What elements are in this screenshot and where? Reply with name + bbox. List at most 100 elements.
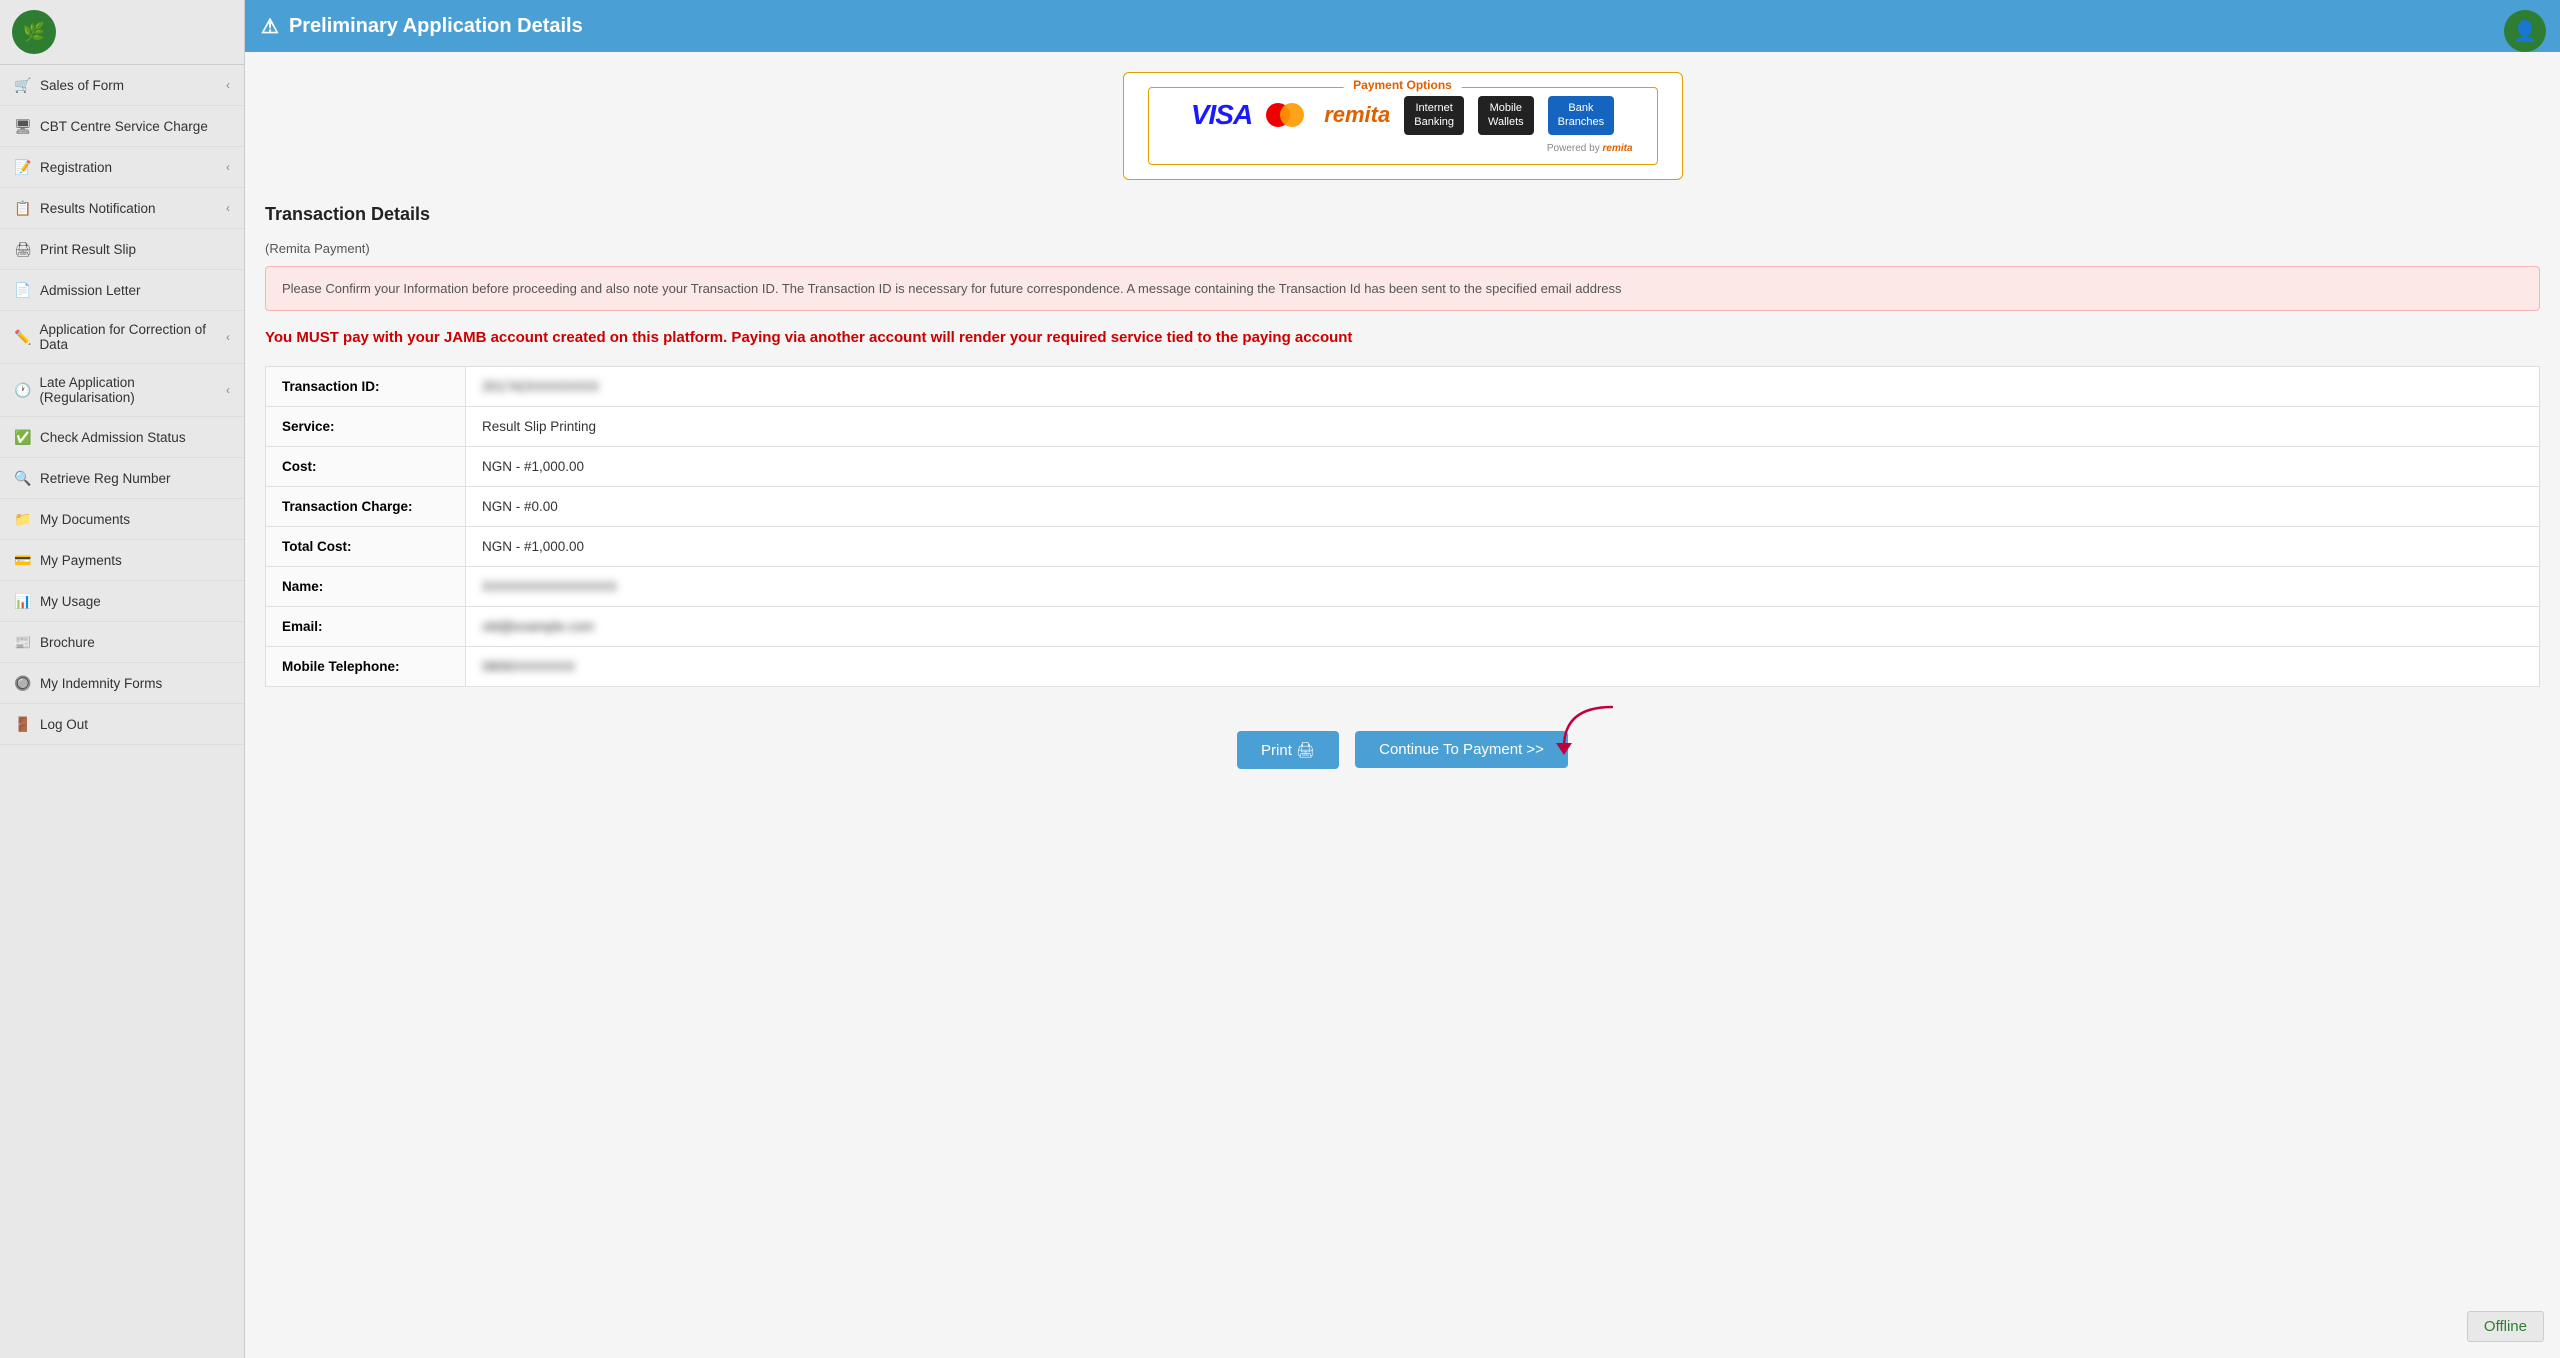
sidebar-icon-brochure: 📰 bbox=[14, 633, 32, 651]
sidebar-item-label-late-application: Late Application (Regularisation) bbox=[39, 375, 226, 405]
continue-to-payment-button[interactable]: Continue To Payment >> bbox=[1355, 731, 1568, 768]
sidebar-item-my-indemnity[interactable]: 🔘 My Indemnity Forms bbox=[0, 663, 244, 704]
sidebar-item-retrieve-reg[interactable]: 🔍 Retrieve Reg Number bbox=[0, 458, 244, 499]
remita-payment-label: (Remita Payment) bbox=[265, 241, 2540, 256]
sidebar-item-late-application[interactable]: 🕐 Late Application (Regularisation) ‹ bbox=[0, 364, 244, 417]
sidebar-item-cbt-centre[interactable]: 🖥 CBT Centre Service Charge bbox=[0, 106, 244, 147]
sidebar-item-check-admission[interactable]: ✅ Check Admission Status bbox=[0, 417, 244, 458]
sidebar-item-left: 🚪 Log Out bbox=[14, 715, 88, 733]
table-cell-label: Transaction Charge: bbox=[266, 486, 466, 526]
sidebar-item-label-my-documents: My Documents bbox=[40, 512, 130, 527]
warning-icon: ⚠ bbox=[261, 14, 279, 39]
payment-options-label: Payment Options bbox=[1343, 78, 1462, 92]
sidebar-item-left: 📊 My Usage bbox=[14, 592, 101, 610]
sidebar-icon-sales-of-form: 🛒 bbox=[14, 76, 32, 94]
table-cell-label: Email: bbox=[266, 606, 466, 646]
payment-options-container: Payment Options VISA remita InternetBank… bbox=[265, 72, 2540, 180]
table-row: Email: old@example.com bbox=[266, 606, 2540, 646]
table-cell-value: old@example.com bbox=[466, 606, 2540, 646]
sidebar-item-label-check-admission: Check Admission Status bbox=[40, 430, 186, 445]
table-cell-value: Result Slip Printing bbox=[466, 406, 2540, 446]
sidebar-item-my-documents[interactable]: 📁 My Documents bbox=[0, 499, 244, 540]
sidebar-item-label-my-payments: My Payments bbox=[40, 553, 122, 568]
sidebar-icon-admission-letter: 📄 bbox=[14, 281, 32, 299]
top-bar: ⚠ Preliminary Application Details ⌄ bbox=[245, 0, 2560, 52]
table-cell-label: Total Cost: bbox=[266, 526, 466, 566]
internet-banking-badge: InternetBanking bbox=[1404, 96, 1464, 135]
sidebar-item-label-my-usage: My Usage bbox=[40, 594, 101, 609]
sidebar-logo: 🌿 bbox=[0, 0, 244, 65]
chevron-icon: ‹ bbox=[226, 160, 230, 174]
sidebar-item-admission-letter[interactable]: 📄 Admission Letter bbox=[0, 270, 244, 311]
sidebar-item-registration[interactable]: 📝 Registration ‹ bbox=[0, 147, 244, 188]
table-cell-value: NGN - #0.00 bbox=[466, 486, 2540, 526]
sidebar-item-left: 🔍 Retrieve Reg Number bbox=[14, 469, 171, 487]
chevron-icon: ‹ bbox=[226, 330, 230, 344]
sidebar-icon-my-payments: 💳 bbox=[14, 551, 32, 569]
sidebar-item-brochure[interactable]: 📰 Brochure bbox=[0, 622, 244, 663]
sidebar-icon-my-documents: 📁 bbox=[14, 510, 32, 528]
sidebar-icon-my-usage: 📊 bbox=[14, 592, 32, 610]
print-button[interactable]: Print 🖨 bbox=[1237, 731, 1339, 769]
powered-by: Powered by remita bbox=[1173, 143, 1633, 154]
table-row: Service: Result Slip Printing bbox=[266, 406, 2540, 446]
table-cell-value: NGN - #1,000.00 bbox=[466, 446, 2540, 486]
sidebar-item-label-print-result-slip: Print Result Slip bbox=[40, 242, 136, 257]
offline-badge: Offline bbox=[2467, 1311, 2544, 1342]
transaction-table: Transaction ID: 201742XXXXXXXX Service: … bbox=[265, 366, 2540, 687]
table-cell-label: Mobile Telephone: bbox=[266, 646, 466, 686]
sidebar-item-label-results-notification: Results Notification bbox=[40, 201, 156, 216]
table-cell-label: Service: bbox=[266, 406, 466, 446]
sidebar-item-left: 💳 My Payments bbox=[14, 551, 122, 569]
sidebar-item-left: 🔘 My Indemnity Forms bbox=[14, 674, 162, 692]
table-row: Mobile Telephone: 0806XXXXXXX bbox=[266, 646, 2540, 686]
sidebar-item-left: 📝 Registration bbox=[14, 158, 112, 176]
sidebar-item-results-notification[interactable]: 📋 Results Notification ‹ bbox=[0, 188, 244, 229]
sidebar-item-label-brochure: Brochure bbox=[40, 635, 95, 650]
sidebar-item-left: 🖥 CBT Centre Service Charge bbox=[14, 117, 208, 135]
sidebar-item-my-usage[interactable]: 📊 My Usage bbox=[0, 581, 244, 622]
sidebar-item-sales-of-form[interactable]: 🛒 Sales of Form ‹ bbox=[0, 65, 244, 106]
chevron-icon: ‹ bbox=[226, 78, 230, 92]
user-avatar[interactable]: 👤 bbox=[2504, 10, 2546, 52]
sidebar: 🌿 🛒 Sales of Form ‹ 🖥 CBT Centre Service… bbox=[0, 0, 245, 1358]
page-title: ⚠ Preliminary Application Details bbox=[261, 14, 583, 39]
sidebar-item-left: 📄 Admission Letter bbox=[14, 281, 141, 299]
sidebar-item-left: 🖨 Print Result Slip bbox=[14, 240, 136, 258]
chevron-icon: ‹ bbox=[226, 383, 230, 397]
bank-branches-badge: BankBranches bbox=[1548, 96, 1614, 135]
payment-options-box: Payment Options VISA remita InternetBank… bbox=[1123, 72, 1683, 180]
content-area: Payment Options VISA remita InternetBank… bbox=[245, 52, 2560, 1358]
sidebar-item-label-admission-letter: Admission Letter bbox=[40, 283, 141, 298]
sidebar-item-log-out[interactable]: 🚪 Log Out bbox=[0, 704, 244, 745]
transaction-title: Transaction Details bbox=[265, 204, 2540, 225]
sidebar-item-left: ✏️ Application for Correction of Data bbox=[14, 322, 226, 352]
table-cell-label: Name: bbox=[266, 566, 466, 606]
page-title-text: Preliminary Application Details bbox=[289, 15, 583, 38]
sidebar-icon-print-result-slip: 🖨 bbox=[14, 240, 32, 258]
sidebar-item-label-registration: Registration bbox=[40, 160, 112, 175]
sidebar-item-left: 📋 Results Notification bbox=[14, 199, 156, 217]
table-row: Transaction Charge: NGN - #0.00 bbox=[266, 486, 2540, 526]
arrow-annotation: Continue To Payment >> bbox=[1355, 731, 1568, 768]
sidebar-item-my-payments[interactable]: 💳 My Payments bbox=[0, 540, 244, 581]
sidebar-icon-late-application: 🕐 bbox=[14, 381, 31, 399]
visa-logo: VISA bbox=[1191, 99, 1252, 131]
sidebar-item-print-result-slip[interactable]: 🖨 Print Result Slip bbox=[0, 229, 244, 270]
sidebar-item-application-correction[interactable]: ✏️ Application for Correction of Data ‹ bbox=[0, 311, 244, 364]
mobile-wallets-badge: MobileWallets bbox=[1478, 96, 1534, 135]
sidebar-item-left: 🕐 Late Application (Regularisation) bbox=[14, 375, 226, 405]
sidebar-item-label-retrieve-reg: Retrieve Reg Number bbox=[40, 471, 171, 486]
table-cell-label: Cost: bbox=[266, 446, 466, 486]
payment-methods: VISA remita InternetBanking MobileWallet… bbox=[1173, 96, 1633, 135]
app-logo: 🌿 bbox=[12, 10, 56, 54]
main-content: ⚠ Preliminary Application Details ⌄ Paym… bbox=[245, 0, 2560, 1358]
remita-logo: remita bbox=[1324, 102, 1390, 128]
sidebar-icon-application-correction: ✏️ bbox=[14, 328, 31, 346]
sidebar-icon-results-notification: 📋 bbox=[14, 199, 32, 217]
table-cell-value: NGN - #1,000.00 bbox=[466, 526, 2540, 566]
sidebar-item-left: 📰 Brochure bbox=[14, 633, 95, 651]
table-row: Total Cost: NGN - #1,000.00 bbox=[266, 526, 2540, 566]
sidebar-icon-my-indemnity: 🔘 bbox=[14, 674, 32, 692]
sidebar-icon-log-out: 🚪 bbox=[14, 715, 32, 733]
